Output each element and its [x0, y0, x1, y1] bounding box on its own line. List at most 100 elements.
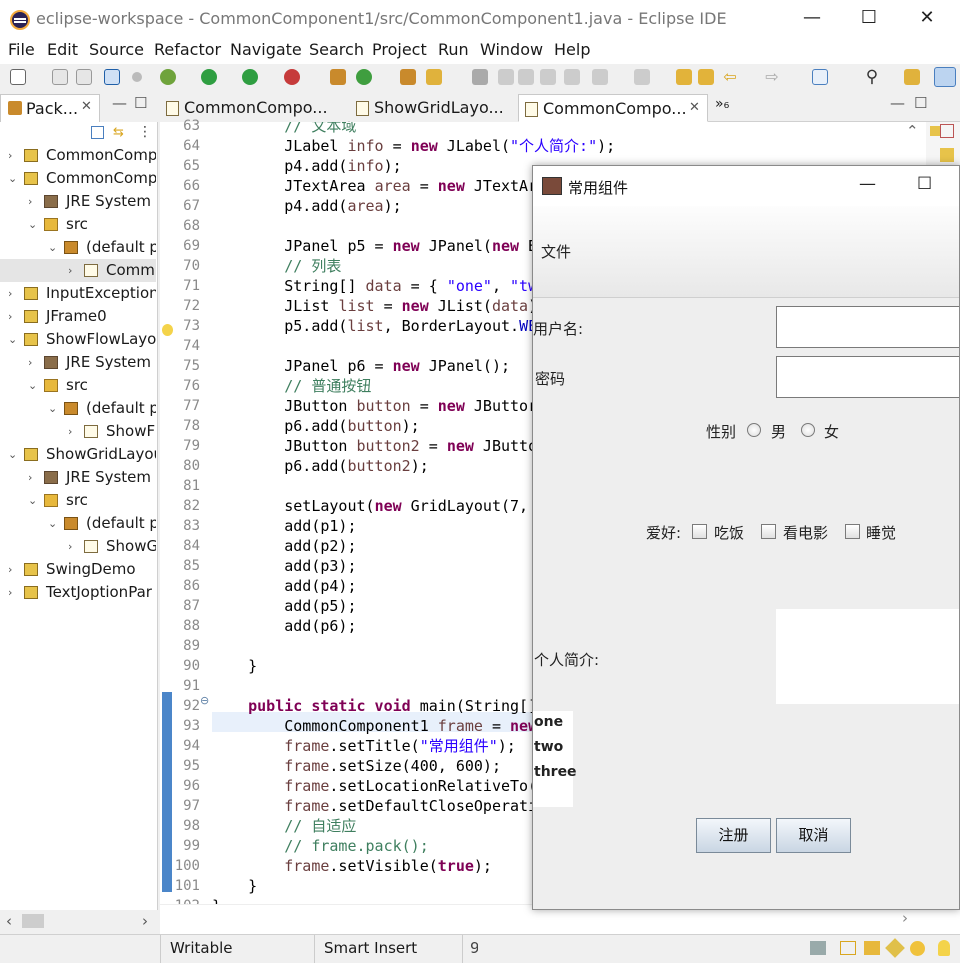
horizontal-scrollbar[interactable]: ‹ › — [0, 910, 158, 934]
chevron-down-icon[interactable]: ⌄ — [28, 213, 37, 236]
outline-icon[interactable] — [940, 124, 954, 138]
tree-item[interactable]: › JFrame0 — [0, 305, 156, 328]
lightbulb-icon[interactable] — [938, 940, 950, 956]
open-perspective-icon[interactable] — [904, 69, 920, 85]
tree-item[interactable]: › InputException — [0, 282, 156, 305]
task-list-icon[interactable] — [940, 148, 954, 162]
tree-item[interactable]: › CommonComp — [0, 144, 156, 167]
new-java-project-icon[interactable] — [330, 69, 346, 85]
prev-annotation-icon[interactable] — [634, 69, 650, 85]
learn-icon[interactable] — [864, 941, 880, 955]
back-icon[interactable]: ⇦ — [722, 69, 738, 85]
hobby-sleep-checkbox[interactable] — [845, 524, 860, 539]
menu-file[interactable]: File — [8, 40, 35, 59]
save-all-icon[interactable] — [76, 69, 92, 85]
gender-male-radio[interactable] — [747, 423, 761, 437]
chevron-right-icon[interactable]: › — [28, 190, 32, 213]
java-perspective-icon[interactable] — [934, 67, 956, 87]
menu-navigate[interactable]: Navigate — [230, 40, 302, 59]
run-icon[interactable] — [201, 69, 217, 85]
save-icon[interactable] — [52, 69, 68, 85]
wand-icon[interactable] — [885, 938, 905, 958]
list-item[interactable]: three — [534, 764, 577, 780]
skip-breakpoints-icon[interactable] — [132, 72, 142, 82]
menu-run[interactable]: Run — [438, 40, 469, 59]
chevron-right-icon[interactable]: › — [8, 558, 12, 581]
maximize-view-icon[interactable]: ☐ — [134, 94, 147, 112]
tree-item[interactable]: ⌄ src — [0, 374, 156, 397]
close-icon[interactable]: ✕ — [81, 99, 92, 114]
bio-textarea[interactable] — [776, 609, 959, 704]
new-icon[interactable] — [10, 69, 26, 85]
chevron-down-icon[interactable]: ⌄ — [8, 167, 17, 190]
editor-tab-3-active[interactable]: CommonCompo... ✕ — [518, 94, 708, 122]
menu-project[interactable]: Project — [372, 40, 427, 59]
tree-item[interactable]: › SwingDemo — [0, 558, 156, 581]
tree-item[interactable]: ⌄ (default p — [0, 236, 156, 259]
tree-item[interactable]: › TextJoptionPar — [0, 581, 156, 604]
minimize-button[interactable]: — — [800, 6, 824, 30]
annotation-icon[interactable] — [472, 69, 488, 85]
forward-icon[interactable]: ⇨ — [764, 69, 780, 85]
last-edit-icon[interactable] — [676, 69, 692, 85]
view-menu-icon[interactable]: ⋮ — [138, 124, 152, 140]
book-icon[interactable] — [840, 941, 856, 955]
list-item[interactable]: one — [534, 714, 563, 730]
chevron-right-icon[interactable]: › — [8, 305, 12, 328]
external-tools-icon[interactable] — [284, 69, 300, 85]
tree-item[interactable]: ⌄ ShowGridLayou — [0, 443, 156, 466]
scrollbar-thumb[interactable] — [22, 914, 44, 928]
maximize-editor-icon[interactable]: ☐ — [914, 94, 927, 112]
debug-icon[interactable] — [160, 69, 176, 85]
scroll-left-icon[interactable]: ‹ — [6, 912, 12, 930]
tree-item[interactable]: ⌄ (default p — [0, 397, 156, 420]
menu-help[interactable]: Help — [554, 40, 590, 59]
tree-item[interactable]: ⌄ src — [0, 213, 156, 236]
new-class-icon[interactable] — [356, 69, 372, 85]
tree-item[interactable]: › ShowF — [0, 420, 156, 443]
register-button[interactable]: 注册 — [696, 818, 771, 853]
list-item[interactable]: two — [534, 739, 563, 755]
chevron-down-icon[interactable]: ⌄ — [48, 236, 57, 259]
gender-female-radio[interactable] — [801, 423, 815, 437]
show-whitespace-icon[interactable] — [564, 69, 580, 85]
coverage-icon[interactable] — [242, 69, 258, 85]
hobby-eat-checkbox[interactable] — [692, 524, 707, 539]
tree-item[interactable]: ⌄ (default p — [0, 512, 156, 535]
chevron-down-icon[interactable]: ⌄ — [48, 397, 57, 420]
chevron-right-icon[interactable]: › — [28, 351, 32, 374]
tree-item[interactable]: ⌄ CommonComp — [0, 167, 156, 190]
chevron-right-icon[interactable]: › — [68, 259, 72, 282]
chevron-right-icon[interactable]: › — [8, 581, 12, 604]
close-icon[interactable]: ✕ — [689, 100, 700, 115]
menu-window[interactable]: Window — [480, 40, 543, 59]
chevron-right-icon[interactable]: › — [68, 420, 72, 443]
menu-refactor[interactable]: Refactor — [154, 40, 221, 59]
username-field[interactable] — [776, 306, 959, 348]
terminal-icon[interactable] — [104, 69, 120, 85]
fold-icon[interactable]: ⊖ — [200, 694, 209, 707]
chevron-right-icon[interactable]: › — [68, 535, 72, 558]
swing-minimize-button[interactable]: — — [859, 174, 876, 194]
chevron-right-icon[interactable]: › — [8, 144, 12, 167]
link-editor-icon[interactable]: ⇆ — [113, 126, 127, 139]
tab-overflow-indicator[interactable]: »₆ — [715, 96, 729, 112]
editor-tab-2[interactable]: ShowGridLayo... — [350, 94, 518, 122]
hobby-movie-checkbox[interactable] — [761, 524, 776, 539]
chevron-down-icon[interactable]: ⌄ — [8, 443, 17, 466]
tree-item[interactable]: › ShowG — [0, 535, 156, 558]
chevron-down-icon[interactable]: ⌄ — [48, 512, 57, 535]
word-wrap-icon[interactable] — [540, 69, 556, 85]
smiley-icon[interactable] — [910, 941, 925, 956]
tree-item[interactable]: ⌄ ShowFlowLayo — [0, 328, 156, 351]
menu-source[interactable]: Source — [89, 40, 144, 59]
tree-item[interactable]: › JRE System L — [0, 466, 156, 489]
swing-maximize-button[interactable]: ☐ — [917, 174, 932, 194]
search-icon[interactable]: ⚲ — [864, 69, 880, 86]
menu-search[interactable]: Search — [309, 40, 364, 59]
chevron-right-icon[interactable]: › — [8, 282, 12, 305]
block-selection-icon[interactable] — [518, 69, 534, 85]
package-explorer-tab[interactable]: Pack... ✕ — [0, 94, 100, 122]
next-annotation-icon[interactable] — [592, 69, 608, 85]
tree-item[interactable]: ⌄ src — [0, 489, 156, 512]
